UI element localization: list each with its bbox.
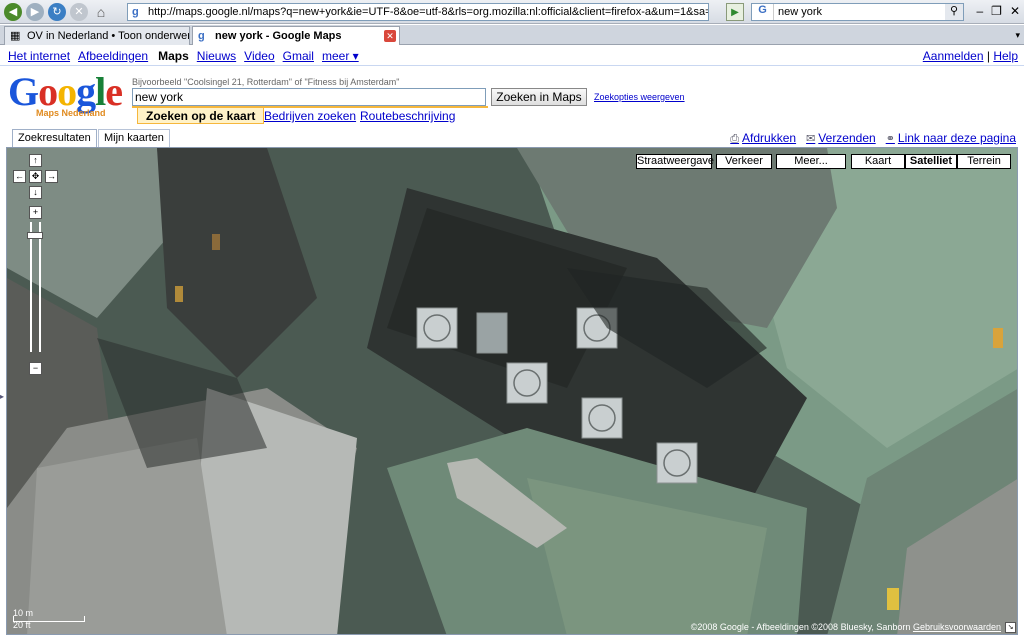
pan-center-icon[interactable]: ✥	[29, 170, 42, 183]
gbar-link-more[interactable]: meer ▾	[322, 49, 359, 63]
send-label: Verzenden	[818, 131, 876, 145]
browser-search-box[interactable]: G new york ⚲	[751, 3, 964, 21]
scale-bar	[13, 616, 85, 622]
tab-business-search[interactable]: Bedrijven zoeken	[264, 108, 356, 124]
gbar-link-images[interactable]: Afbeeldingen	[78, 49, 148, 63]
browser-search-query[interactable]: new york	[774, 6, 945, 18]
map-type-kaart[interactable]: Kaart	[851, 154, 905, 169]
gbar-link-web[interactable]: Het internet	[8, 49, 70, 63]
send-link[interactable]: ✉ Verzenden	[806, 131, 876, 146]
street-view-button[interactable]: Straatweergave	[636, 154, 714, 169]
pan-left-icon[interactable]: ←	[13, 170, 26, 183]
tab-my-maps[interactable]: Mijn kaarten	[98, 129, 170, 147]
print-link[interactable]: ⎙ Afdrukken	[730, 131, 796, 146]
sign-in-link[interactable]: Aanmelden	[923, 49, 984, 63]
panel-collapse-icon[interactable]: ▸	[0, 392, 4, 401]
minimize-icon[interactable]: –	[976, 4, 983, 18]
close-tab-icon[interactable]: ✕	[384, 30, 396, 42]
tab-google-maps[interactable]: g new york - Google Maps ✕	[192, 26, 400, 45]
help-link[interactable]: Help	[993, 49, 1018, 63]
browser-tabbar: ▦ OV in Nederland • Toon onderwerp... g …	[0, 25, 1024, 45]
go-icon[interactable]: ▶	[726, 3, 744, 21]
logo-subtitle: Maps Nederland	[36, 108, 106, 118]
restore-icon[interactable]: ❐	[991, 4, 1002, 18]
search-mode-tabs: Zoeken op de kaart Bedrijven zoeken Rout…	[132, 106, 488, 124]
overview-toggle-icon[interactable]: ↘	[1005, 622, 1016, 633]
site-favicon-icon: g	[132, 6, 139, 18]
gbar-link-gmail[interactable]: Gmail	[283, 49, 314, 63]
link-label: Link naar deze pagina	[897, 131, 1016, 145]
tab-label: new york - Google Maps	[215, 30, 342, 42]
pan-up-icon[interactable]: ↑	[29, 154, 42, 167]
reload-icon[interactable]: ↻	[48, 2, 66, 21]
browser-toolbar: ◀ ▶ ↻ ✕ ⌂ g http://maps.google.nl/maps?q…	[0, 0, 1024, 24]
search-maps-button[interactable]: Zoeken in Maps	[491, 88, 587, 106]
zoom-slider[interactable]	[30, 222, 41, 352]
zoom-slider-thumb[interactable]	[27, 232, 43, 239]
pan-right-icon[interactable]: →	[45, 170, 58, 183]
search-hint: Bijvoorbeeld "Coolsingel 21, Rotterdam" …	[132, 77, 400, 87]
google-bar: Het internet Afbeeldingen Maps Nieuws Vi…	[0, 46, 1024, 66]
tab-search-map[interactable]: Zoeken op de kaart	[137, 108, 265, 124]
terms-link[interactable]: Gebruiksvoorwaarden	[913, 622, 1001, 632]
home-icon[interactable]: ⌂	[92, 3, 110, 21]
separator: |	[986, 49, 990, 63]
back-icon[interactable]: ◀	[4, 2, 22, 21]
tab-directions[interactable]: Routebeschrijving	[360, 108, 455, 124]
map-type-terrein[interactable]: Terrein	[957, 154, 1011, 169]
satellite-imagery	[7, 148, 1017, 634]
map-scale: 10 m 20 ft	[13, 608, 85, 630]
zoom-out-icon[interactable]: −	[29, 362, 42, 375]
google-icon: g	[198, 30, 205, 42]
gbar-current-maps: Maps	[158, 48, 189, 63]
url-bar[interactable]: g http://maps.google.nl/maps?q=new+york&…	[127, 3, 709, 21]
traffic-button[interactable]: Verkeer	[716, 154, 772, 169]
map-actions: ⎙ Afdrukken ✉ Verzenden ⚭ Link naar deze pa…	[720, 131, 1016, 146]
map-type-satelliet[interactable]: Satelliet	[905, 154, 957, 169]
map-copyright: ©2008 Google - Afbeeldingen ©2008 Bluesk…	[691, 622, 1001, 632]
pan-down-icon[interactable]: ↓	[29, 186, 42, 199]
account-links: Aanmelden | Help	[923, 49, 1018, 63]
close-window-icon[interactable]: ✕	[1010, 4, 1020, 18]
satellite-map[interactable]: Straatweergave Verkeer Meer... Kaart Sat…	[6, 147, 1018, 635]
search-engine-icon[interactable]: G	[752, 4, 774, 20]
search-options-link[interactable]: Zoekopties weergeven	[594, 92, 685, 102]
tab-label: OV in Nederland • Toon onderwerp...	[27, 30, 190, 42]
gbar-link-news[interactable]: Nieuws	[197, 49, 236, 63]
gbar-link-video[interactable]: Video	[244, 49, 274, 63]
tab-list-icon[interactable]: ▾	[1015, 30, 1020, 41]
logo-wordmark: Google	[8, 69, 123, 114]
google-maps-logo[interactable]: Google Maps Nederland	[8, 69, 126, 120]
zoom-in-icon[interactable]: +	[29, 206, 42, 219]
search-icon[interactable]: ⚲	[945, 4, 963, 20]
window-controls: – ❐ ✕	[976, 4, 1020, 18]
more-button[interactable]: Meer...	[776, 154, 846, 169]
forward-icon[interactable]: ▶	[26, 2, 44, 21]
mail-icon: ✉	[806, 133, 816, 145]
forum-icon: ▦	[10, 30, 21, 42]
url-text: http://maps.google.nl/maps?q=new+york&ie…	[148, 6, 709, 18]
print-icon: ⎙	[730, 133, 740, 145]
tab-search-results[interactable]: Zoekresultaten	[12, 129, 97, 147]
print-label: Afdrukken	[742, 131, 797, 145]
tab-ov-nederland[interactable]: ▦ OV in Nederland • Toon onderwerp...	[4, 26, 190, 45]
link-icon: ⚭	[885, 133, 895, 145]
copyright-text: ©2008 Google - Afbeeldingen ©2008 Bluesk…	[690, 622, 911, 632]
link-to-page[interactable]: ⚭ Link naar deze pagina	[886, 131, 1016, 146]
maps-search-input[interactable]: new york	[132, 88, 486, 106]
stop-icon[interactable]: ✕	[70, 2, 88, 21]
